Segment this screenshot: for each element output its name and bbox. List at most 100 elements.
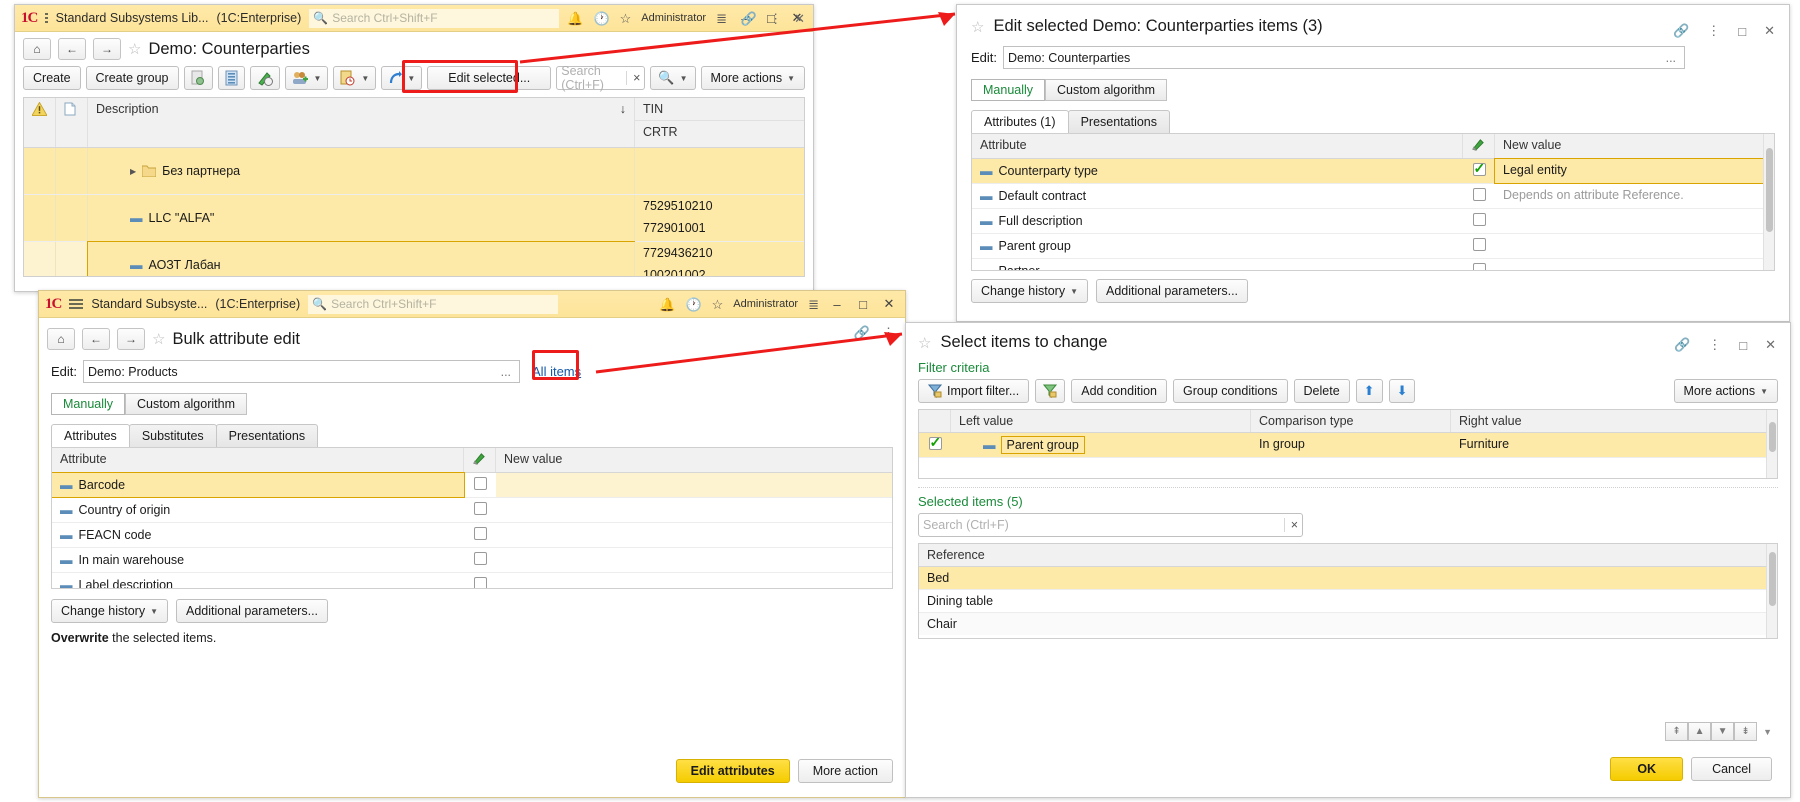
change-history-button[interactable]: Change history ▼ [971,279,1088,303]
attribute-checkbox[interactable] [473,502,487,515]
history-clock-icon[interactable]: 🕐 [593,12,609,25]
additional-parameters-button[interactable]: Additional parameters... [176,599,329,623]
chevron-down-icon[interactable]: ▼ [150,607,158,616]
choose-source-button[interactable]: ... [497,365,515,379]
global-search-input[interactable]: 🔍 Search Ctrl+Shift+F [308,294,559,314]
get-link-icon[interactable]: 🔗 [1673,23,1689,39]
pager-overflow-icon[interactable]: ▼ [1763,727,1772,737]
table-row[interactable]: ▬ Label description [52,573,892,588]
close-button[interactable]: ✕ [881,296,897,312]
close-icon[interactable]: ✕ [1764,23,1775,39]
bulk-more-actions-button[interactable]: More action [797,759,893,783]
chevron-down-icon[interactable]: ▼ [1760,387,1768,396]
mode-manually-button[interactable]: Manually [51,393,126,415]
maximize-icon[interactable]: □ [1738,24,1746,39]
group-conditions-button[interactable]: Group conditions [1173,379,1288,403]
list-item[interactable]: Dining table [919,590,1766,613]
expand-triangle-icon[interactable]: ▶ [130,167,136,176]
mode-custom-algorithm-button[interactable]: Custom algorithm [125,393,247,415]
table-row[interactable]: ▬ Full description [972,209,1763,234]
attribute-new-value[interactable] [496,498,892,522]
attribute-checkbox[interactable] [1472,238,1486,251]
filter-right-value[interactable]: Furniture [1451,433,1766,457]
create-button[interactable]: Create [23,66,81,90]
export-filter-button[interactable] [1035,379,1066,403]
cancel-button[interactable]: Cancel [1691,757,1772,781]
table-row[interactable]: ▬ LLC "ALFA" 7529510210 772901001 [24,195,804,242]
edit-attributes-button[interactable]: Edit attributes [675,759,790,783]
list-search-input[interactable]: Search (Ctrl+F) × [556,64,646,92]
filter-row-checkbox[interactable] [928,434,942,451]
list-item[interactable]: Bed [919,567,1766,590]
attribute-checkbox[interactable] [473,552,487,565]
home-button[interactable]: ⌂ [23,38,51,60]
mode-manually-button[interactable]: Manually [971,79,1046,101]
hamburger-menu-icon[interactable] [69,297,84,312]
select-items-more-actions-button[interactable]: More actions ▼ [1673,379,1778,403]
edit-selected-button[interactable]: Edit selected... [427,66,552,90]
form-menu-icon[interactable]: ⋮ [1707,23,1720,39]
minimize-button[interactable]: – [829,297,845,312]
filter-comparison-type[interactable]: In group [1251,433,1451,457]
all-items-link[interactable]: All items [532,364,581,379]
table-row[interactable]: ▬ In main warehouse [52,548,892,573]
attribute-new-value[interactable] [496,573,892,588]
tab-presentations[interactable]: Presentations [215,424,319,447]
global-search-input[interactable]: 🔍 Search Ctrl+Shift+F [309,8,560,28]
forward-button[interactable]: → [117,328,145,350]
copy-icon-button[interactable] [183,66,213,90]
selected-items-search-input[interactable]: Search (Ctrl+F) × [918,513,1303,537]
chevron-down-icon[interactable]: ▼ [314,74,322,83]
change-history-button[interactable]: Change history ▼ [51,599,168,623]
table-row[interactable]: ▶ Без партнера [24,148,804,195]
list-icon-button[interactable] [217,66,245,90]
go-prev-button[interactable]: ▲ [1688,722,1712,741]
import-filter-button[interactable]: Import filter... [918,379,1030,403]
chevron-down-icon[interactable]: ▼ [1070,287,1078,296]
table-row[interactable]: ▬ FEACN code [52,523,892,548]
tab-attributes[interactable]: Attributes (1) [971,110,1069,133]
move-up-button[interactable]: ⬆ [1355,379,1383,403]
attribute-new-value[interactable] [496,473,892,497]
contacts-add-icon-button[interactable]: ▼ [284,66,329,90]
search-options-button[interactable]: 🔍 ▼ [650,66,696,90]
history-clock-icon[interactable]: 🕐 [685,298,701,311]
move-down-button[interactable]: ⬇ [1388,379,1416,403]
chevron-down-icon[interactable]: ▼ [680,74,688,83]
tab-attributes[interactable]: Attributes [51,424,130,447]
get-link-icon[interactable]: 🔗 [741,11,757,27]
clear-search-icon[interactable]: × [1283,518,1298,532]
attribute-checkbox[interactable] [1472,160,1486,177]
ok-button[interactable]: OK [1610,757,1684,781]
attribute-new-value[interactable] [1495,259,1763,270]
column-header-tin[interactable]: TIN CRTR [634,98,804,147]
get-link-icon[interactable]: 🔗 [854,325,870,341]
main-more-actions-button[interactable]: More actions ▼ [700,66,805,90]
favorites-star-icon[interactable]: ☆ [712,298,724,311]
column-header-description[interactable]: Description ↓ [88,98,634,147]
attribute-checkbox[interactable] [473,577,487,588]
selected-items-scrollbar[interactable] [1766,544,1777,638]
edit-pencil-icon-button[interactable] [249,66,280,90]
attribute-checkbox[interactable] [473,477,487,490]
go-next-button[interactable]: ▼ [1711,722,1735,741]
home-button[interactable]: ⌂ [47,328,75,350]
main-menu-icon[interactable]: ≣ [808,298,819,311]
create-group-button[interactable]: Create group [85,66,179,90]
attribute-checkbox[interactable] [1472,213,1486,226]
attribute-new-value[interactable] [496,523,892,547]
form-menu-icon[interactable]: ⋮ [1708,337,1721,353]
table-row[interactable]: ▬ Default contract Depends on attribute R… [972,184,1763,209]
chevron-down-icon[interactable]: ▼ [787,74,795,83]
additional-parameters-button[interactable]: Additional parameters... [1096,279,1249,303]
add-to-favorites-icon[interactable]: ☆ [918,334,931,352]
notifications-bell-icon[interactable]: 🔔 [567,12,583,25]
attributes-grid-scrollbar[interactable] [1763,134,1774,270]
table-row[interactable]: ▬ Parent group [972,234,1763,259]
table-row[interactable]: ▬ Country of origin [52,498,892,523]
attribute-new-value[interactable] [1495,234,1763,258]
tab-presentations[interactable]: Presentations [1067,110,1170,133]
table-row[interactable]: ▬ Barcode [52,472,892,498]
filter-grid-scrollbar[interactable] [1766,410,1777,478]
attribute-new-value[interactable] [1495,209,1763,233]
